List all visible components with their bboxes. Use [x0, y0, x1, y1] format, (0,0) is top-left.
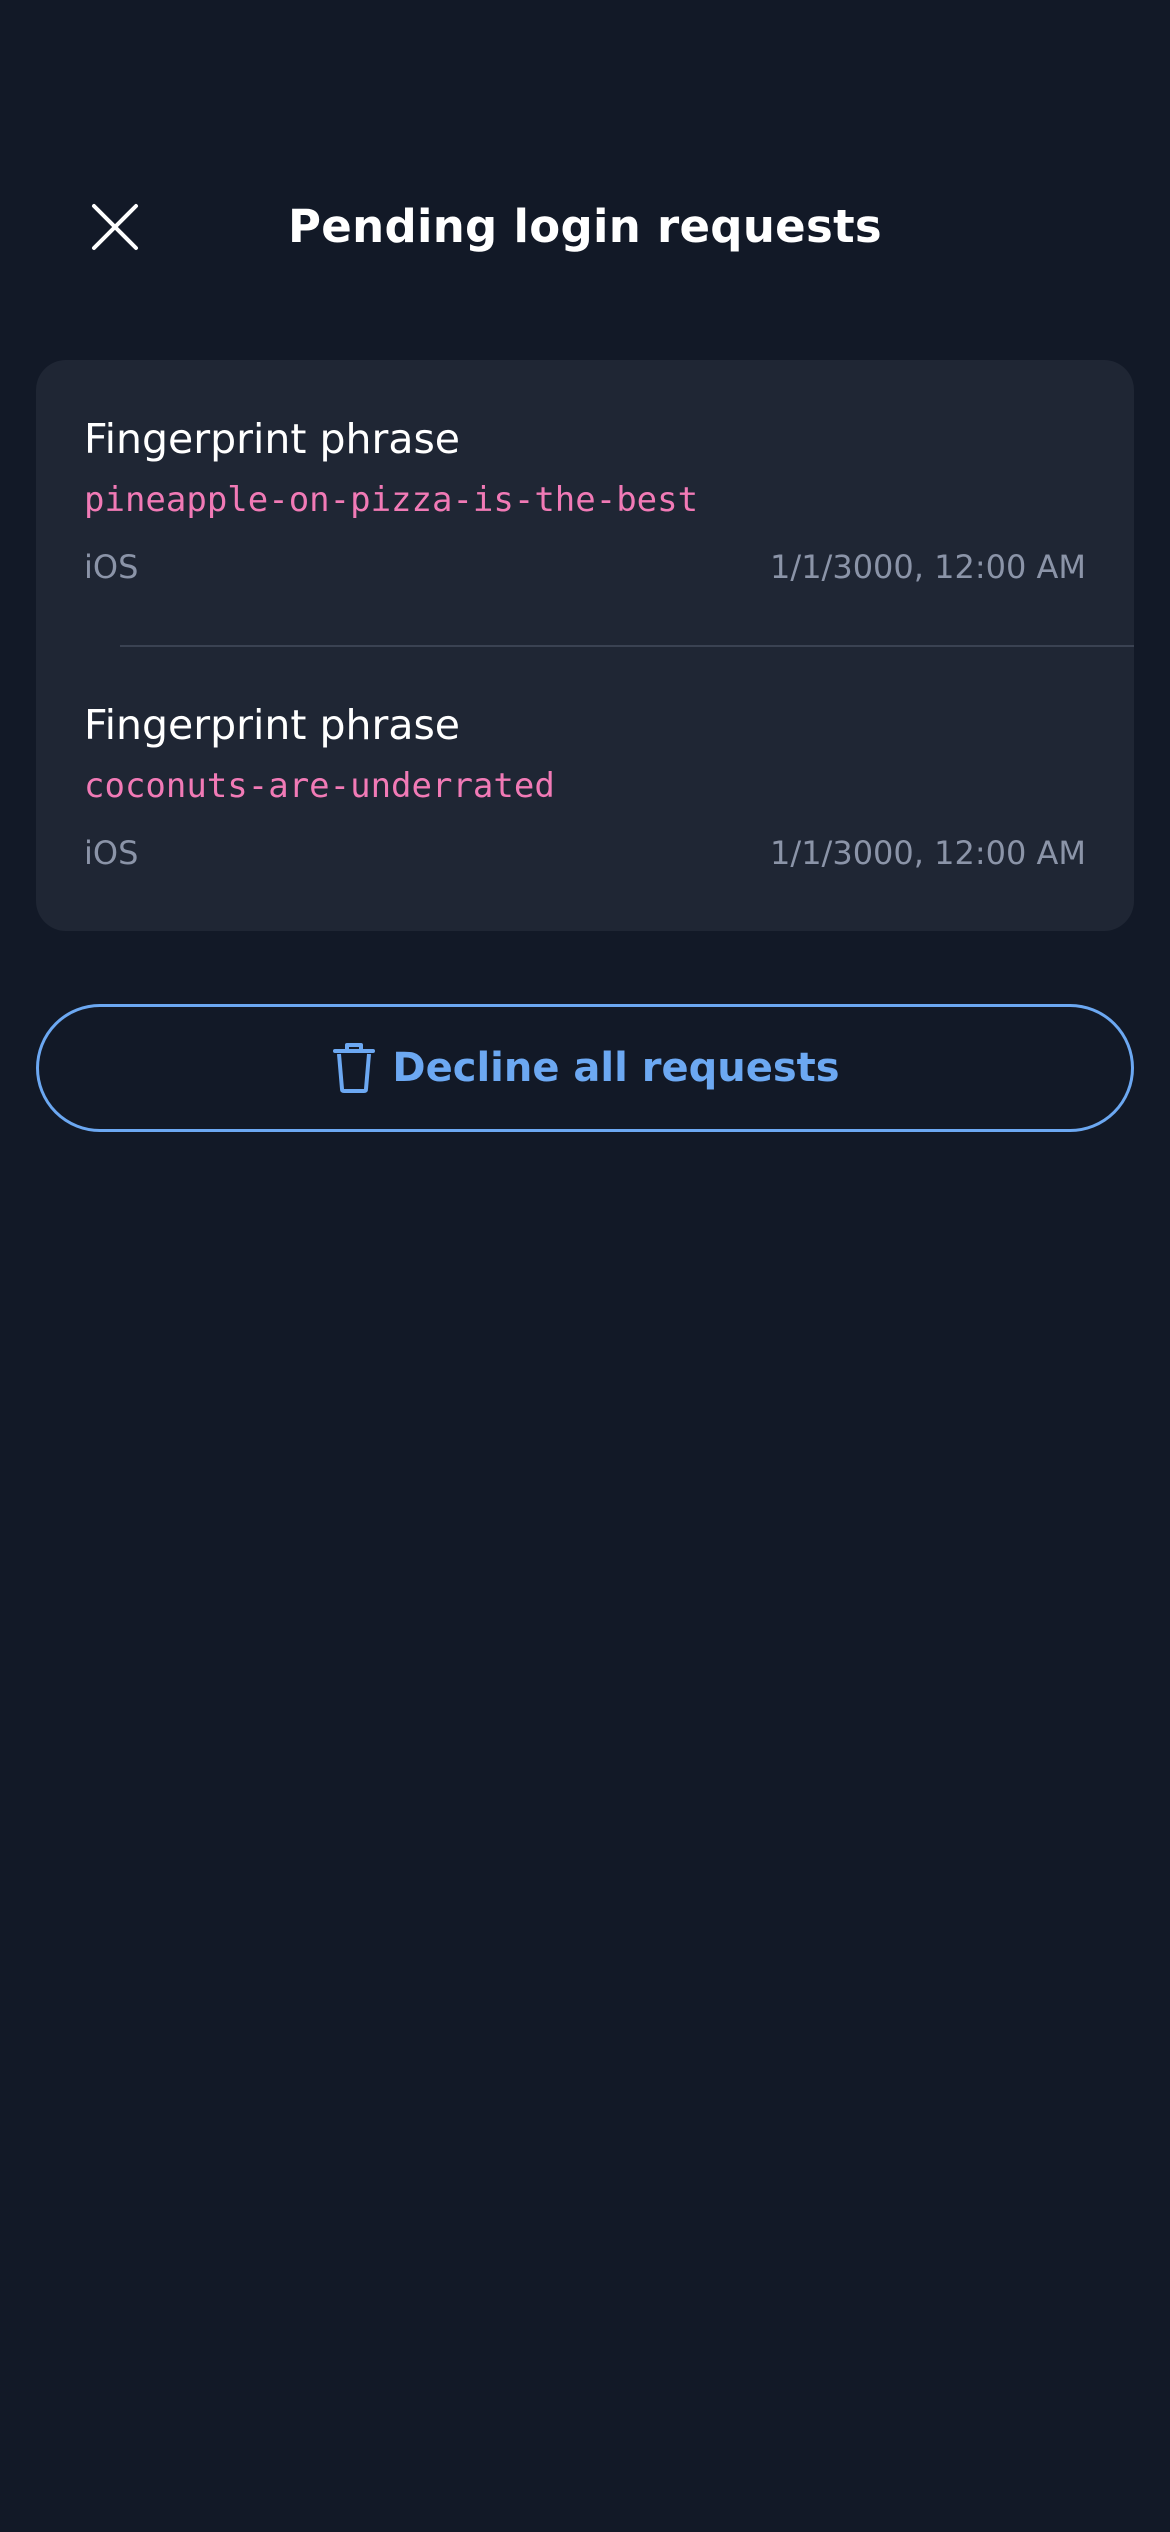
requests-list: Fingerprint phrase pineapple-on-pizza-is…	[36, 360, 1134, 931]
login-request-item[interactable]: Fingerprint phrase coconuts-are-underrat…	[84, 646, 1086, 931]
request-timestamp: 1/1/3000, 12:00 AM	[770, 548, 1086, 586]
fingerprint-label: Fingerprint phrase	[84, 415, 461, 463]
device-platform: iOS	[84, 548, 139, 586]
request-timestamp: 1/1/3000, 12:00 AM	[770, 834, 1086, 872]
page-title: Pending login requests	[288, 200, 882, 253]
fingerprint-label: Fingerprint phrase	[84, 701, 461, 749]
device-platform: iOS	[84, 834, 139, 872]
app-header: Pending login requests	[0, 190, 1170, 264]
trash-icon	[330, 1042, 378, 1094]
fingerprint-phrase: pineapple-on-pizza-is-the-best	[84, 480, 699, 520]
login-request-item[interactable]: Fingerprint phrase pineapple-on-pizza-is…	[84, 360, 1086, 646]
decline-all-label: Decline all requests	[392, 1045, 840, 1091]
decline-all-button[interactable]: Decline all requests	[36, 1004, 1134, 1132]
fingerprint-phrase: coconuts-are-underrated	[84, 766, 555, 806]
